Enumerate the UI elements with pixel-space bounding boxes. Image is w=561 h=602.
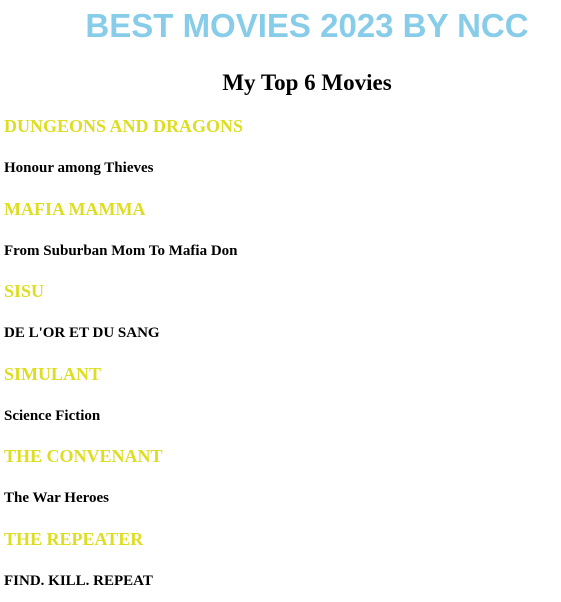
movie-title: SISU xyxy=(4,281,45,301)
page: BEST MOVIES 2023 BY NCC My Top 6 Movies … xyxy=(0,0,561,602)
movie-item: MAFIA MAMMA From Suburban Mom To Mafia D… xyxy=(4,195,554,278)
movie-tagline: DE L'OR ET DU SANG xyxy=(4,325,160,341)
movie-title: THE REPEATER xyxy=(4,528,144,549)
movie-item: SISU DE L'OR ET DU SANG xyxy=(4,277,554,360)
movie-tagline: FIND. KILL. REPEAT xyxy=(4,572,153,589)
movie-item: THE CONVENANT The War Heroes xyxy=(4,442,554,525)
movie-title: MAFIA MAMMA xyxy=(4,198,146,219)
movie-item: THE REPEATER FIND. KILL. REPEAT xyxy=(4,525,554,602)
movie-title: DUNGEONS AND DRAGONS xyxy=(4,116,244,136)
site-title: BEST MOVIES 2023 BY NCC xyxy=(85,7,529,44)
movie-tagline: The War Heroes xyxy=(4,490,109,506)
movie-tagline: From Suburban Mom To Mafia Don xyxy=(4,242,238,259)
movie-title: SIMULANT xyxy=(4,363,102,384)
movie-item: DUNGEONS AND DRAGONS Honour among Thieve… xyxy=(4,112,554,195)
movie-tagline: Science Fiction xyxy=(4,407,101,424)
movie-item: SIMULANT Science Fiction xyxy=(4,360,554,443)
movie-title: THE CONVENANT xyxy=(4,446,163,466)
movie-list: DUNGEONS AND DRAGONS Honour among Thieve… xyxy=(4,112,554,602)
page-subtitle: My Top 6 Movies xyxy=(222,70,392,95)
movie-tagline: Honour among Thieves xyxy=(4,160,154,176)
